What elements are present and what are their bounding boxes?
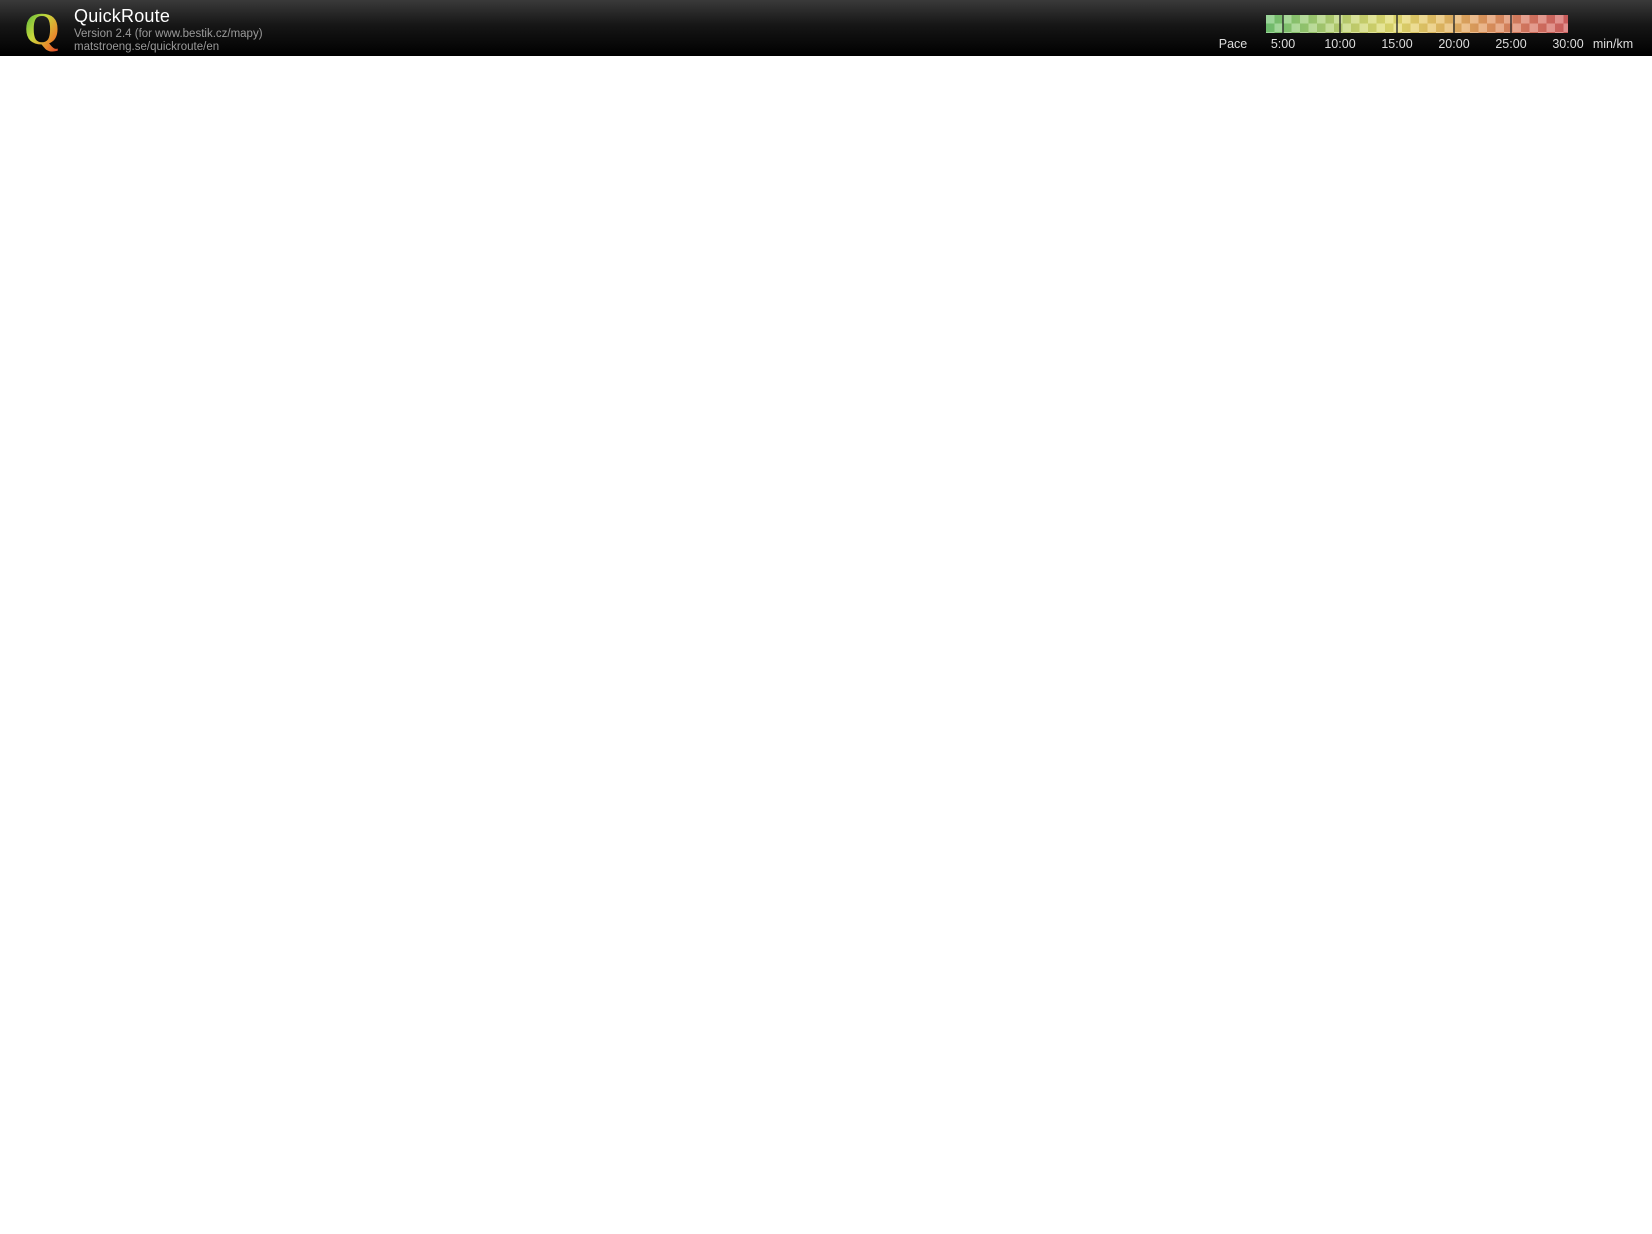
app-version: Version 2.4 (for www.bestik.cz/mapy) (74, 28, 263, 40)
pace-tick-30:00: 30:00 (1552, 37, 1583, 51)
map-canvas[interactable] (0, 0, 1652, 1234)
pace-unit: min/km (1593, 37, 1633, 51)
app-header: Q QuickRoute Version 2.4 (for www.bestik… (0, 0, 1652, 56)
svg-text:Q: Q (24, 4, 60, 54)
pace-label: Pace (1219, 37, 1248, 51)
pace-tick-15:00: 15:00 (1381, 37, 1412, 51)
app-title: QuickRoute (74, 6, 170, 27)
pace-tick-10:00: 10:00 (1324, 37, 1355, 51)
pace-tick-5:00: 5:00 (1271, 37, 1295, 51)
app-site-link: matstroeng.se/quickroute/en (74, 41, 219, 53)
quickroute-logo-icon: Q (22, 4, 66, 54)
pace-gradient-bar (1266, 15, 1568, 33)
pace-tick-20:00: 20:00 (1438, 37, 1469, 51)
pace-tick-25:00: 25:00 (1495, 37, 1526, 51)
